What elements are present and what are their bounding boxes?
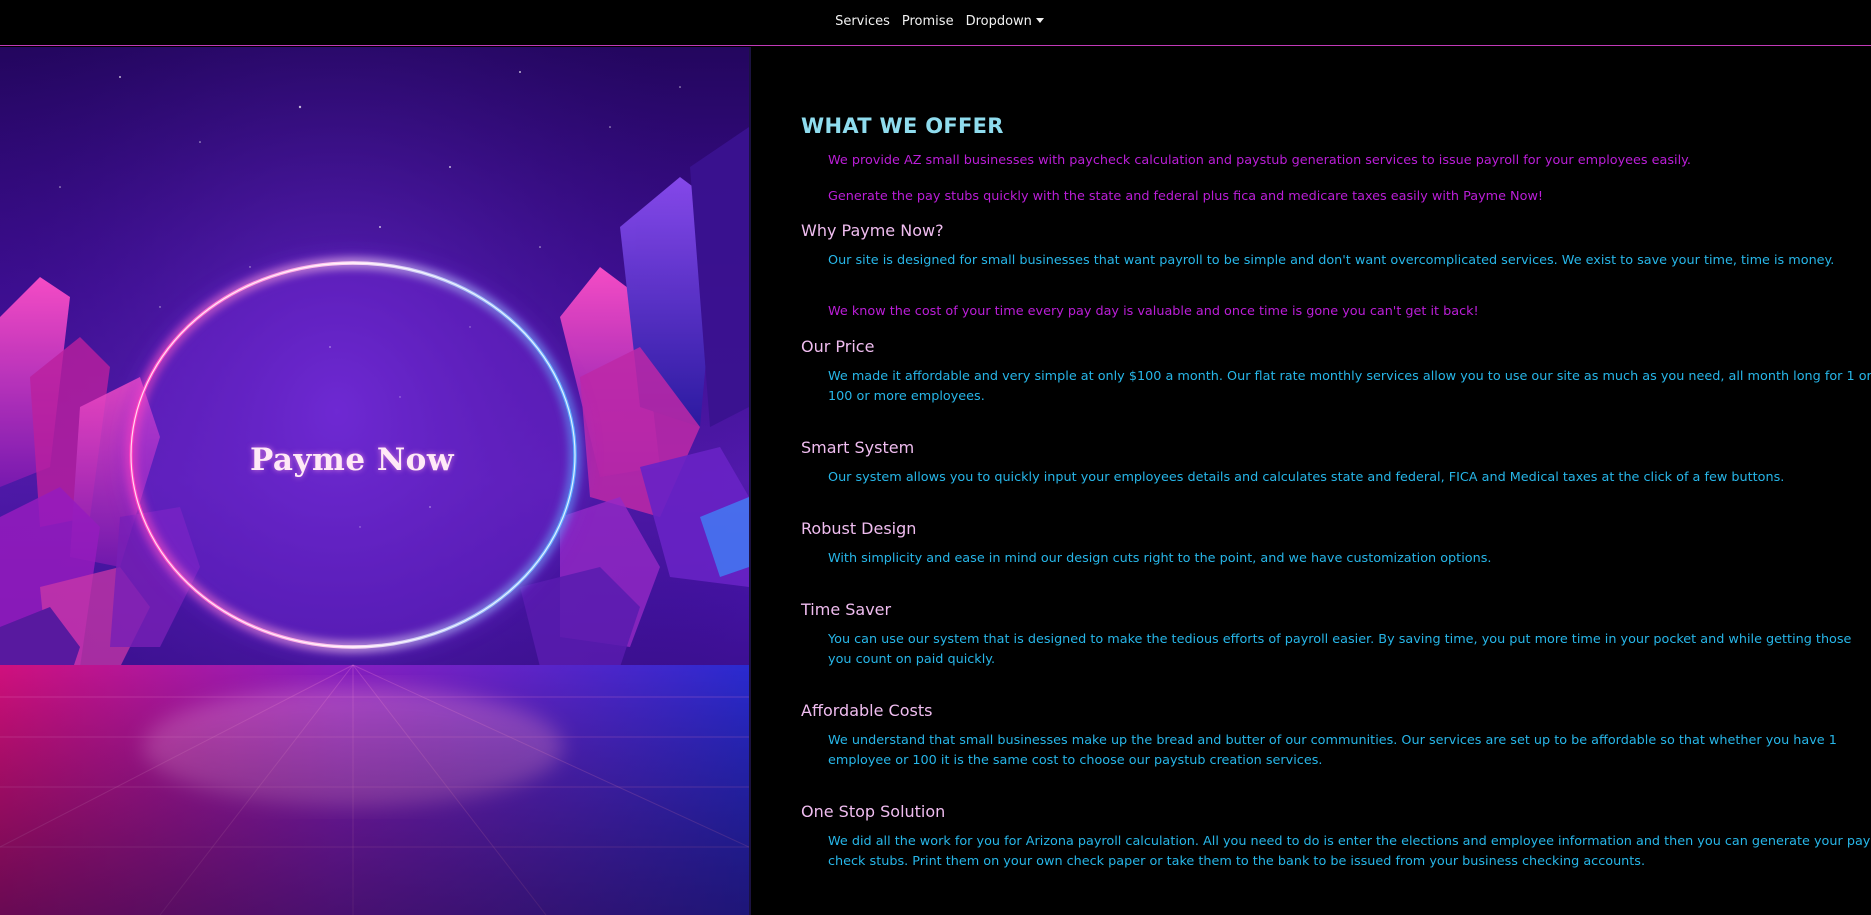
section-paragraph: We made it affordable and very simple at… bbox=[828, 369, 1871, 404]
section-heading-why: Why Payme Now? bbox=[801, 221, 944, 240]
caret-down-icon bbox=[1035, 18, 1044, 23]
intro-paragraph: Generate the pay stubs quickly with the … bbox=[828, 189, 1544, 204]
neon-portal-illustration bbox=[0, 47, 749, 915]
section-heading-onestop: One Stop Solution bbox=[801, 802, 946, 821]
nav-dropdown-toggle[interactable]: Dropdown bbox=[960, 14, 1050, 29]
top-navbar: Services Promise Dropdown bbox=[0, 0, 1871, 46]
hero-image: Payme Now bbox=[0, 47, 751, 915]
nav-link-promise[interactable]: Promise bbox=[896, 14, 960, 29]
section-paragraph: We understand that small businesses make… bbox=[828, 733, 1837, 768]
section-paragraph: We know the cost of your time every pay … bbox=[828, 304, 1479, 319]
offer-content: WHAT WE OFFER We provide AZ small busine… bbox=[800, 47, 1871, 915]
section-heading-price: Our Price bbox=[801, 337, 875, 356]
section-paragraph: You can use our system that is designed … bbox=[828, 632, 1852, 667]
section-heading-robust: Robust Design bbox=[801, 519, 917, 538]
page-title: WHAT WE OFFER bbox=[801, 114, 1004, 138]
section-paragraph: With simplicity and ease in mind our des… bbox=[828, 551, 1492, 566]
section-paragraph: We did all the work for you for Arizona … bbox=[828, 834, 1871, 869]
section-heading-time: Time Saver bbox=[801, 600, 892, 619]
section-heading-smart: Smart System bbox=[801, 438, 915, 457]
section-paragraph: Our system allows you to quickly input y… bbox=[828, 470, 1785, 485]
intro-paragraph: We provide AZ small businesses with payc… bbox=[828, 153, 1691, 168]
nav-dropdown-label: Dropdown bbox=[965, 14, 1032, 29]
nav-links: Services Promise Dropdown bbox=[829, 14, 1050, 29]
hero-title: Payme Now bbox=[249, 442, 455, 478]
section-heading-affordable: Affordable Costs bbox=[801, 701, 933, 720]
nav-link-services[interactable]: Services bbox=[829, 14, 896, 29]
section-paragraph: Our site is designed for small businesse… bbox=[828, 253, 1835, 268]
